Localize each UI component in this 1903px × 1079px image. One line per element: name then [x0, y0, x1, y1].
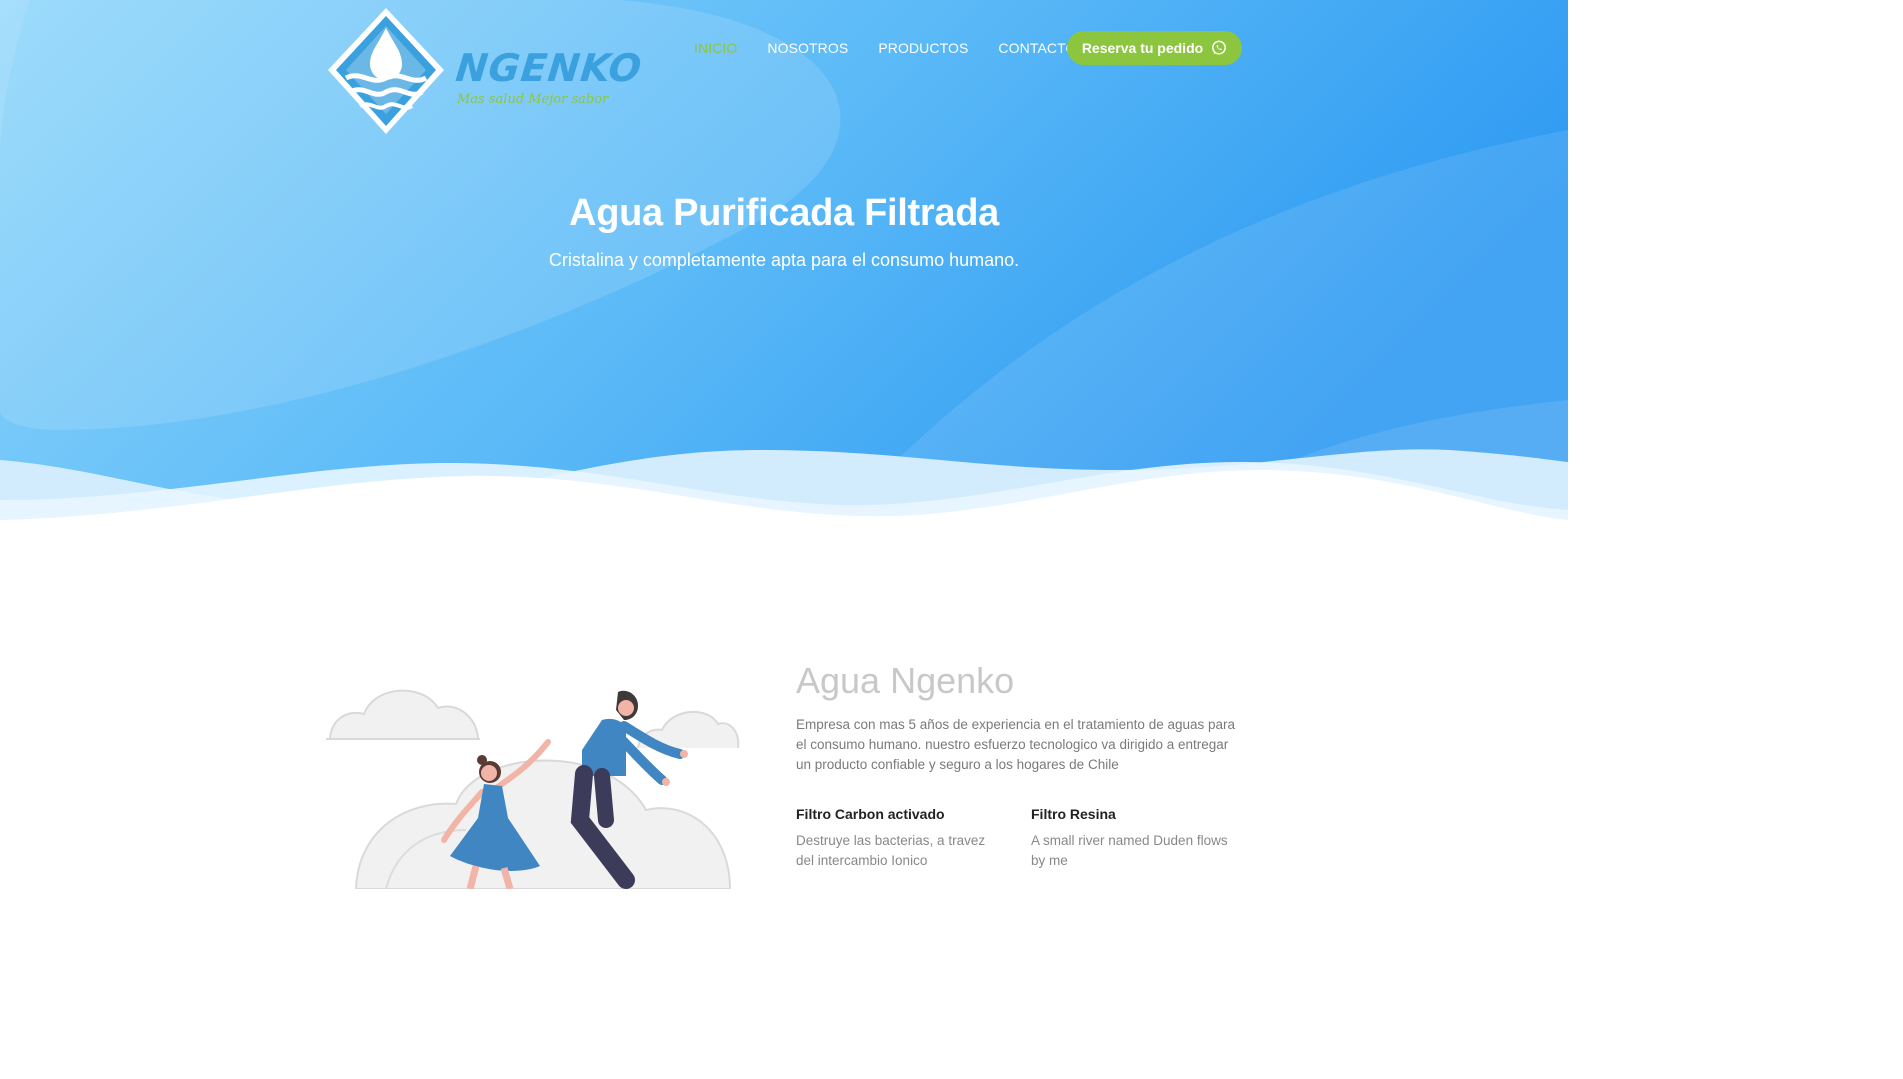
- nav-item-nosotros[interactable]: NOSOTROS: [767, 40, 848, 56]
- water-drop-logo-icon: [328, 8, 444, 134]
- nav-item-inicio[interactable]: INICIO: [694, 40, 737, 56]
- hero-title: Agua Purificada Filtrada: [569, 192, 999, 234]
- about-description: Empresa con mas 5 años de experiencia en…: [796, 717, 1236, 772]
- feature-description: A small river named Duden flows by me: [1031, 833, 1228, 868]
- feature-title: Filtro Resina: [1031, 806, 1116, 822]
- feature-carbon-filter: Filtro Carbon activado Destruye las bact…: [796, 806, 1006, 871]
- hero-subtitle: Cristalina y completamente apta para el …: [548, 250, 1020, 270]
- about-title: Agua Ngenko: [796, 660, 1015, 701]
- brand-name: NGENKO: [453, 46, 645, 90]
- hero-section: NGENKO Mas salud Mejor sabor INICIO NOSO…: [0, 0, 1568, 540]
- main-nav: INICIO NOSOTROS PRODUCTOS CONTACTO: [694, 31, 1106, 65]
- whatsapp-icon: [1212, 40, 1227, 55]
- reserve-order-label: Reserva tu pedido: [1081, 40, 1204, 56]
- nav-item-contacto[interactable]: CONTACTO: [998, 40, 1076, 56]
- dancing-couple-illustration: [326, 689, 740, 889]
- feature-title: Filtro Carbon activado: [796, 806, 945, 822]
- brand-logo[interactable]: NGENKO Mas salud Mejor sabor: [326, 6, 644, 138]
- feature-description: Destruye las bacterias, a travez del int…: [796, 833, 986, 868]
- brand-tagline: Mas salud Mejor sabor: [457, 92, 609, 107]
- reserve-order-button[interactable]: Reserva tu pedido: [1067, 31, 1242, 65]
- feature-resin-filter: Filtro Resina A small river named Duden …: [1031, 806, 1241, 871]
- nav-item-productos[interactable]: PRODUCTOS: [878, 40, 968, 56]
